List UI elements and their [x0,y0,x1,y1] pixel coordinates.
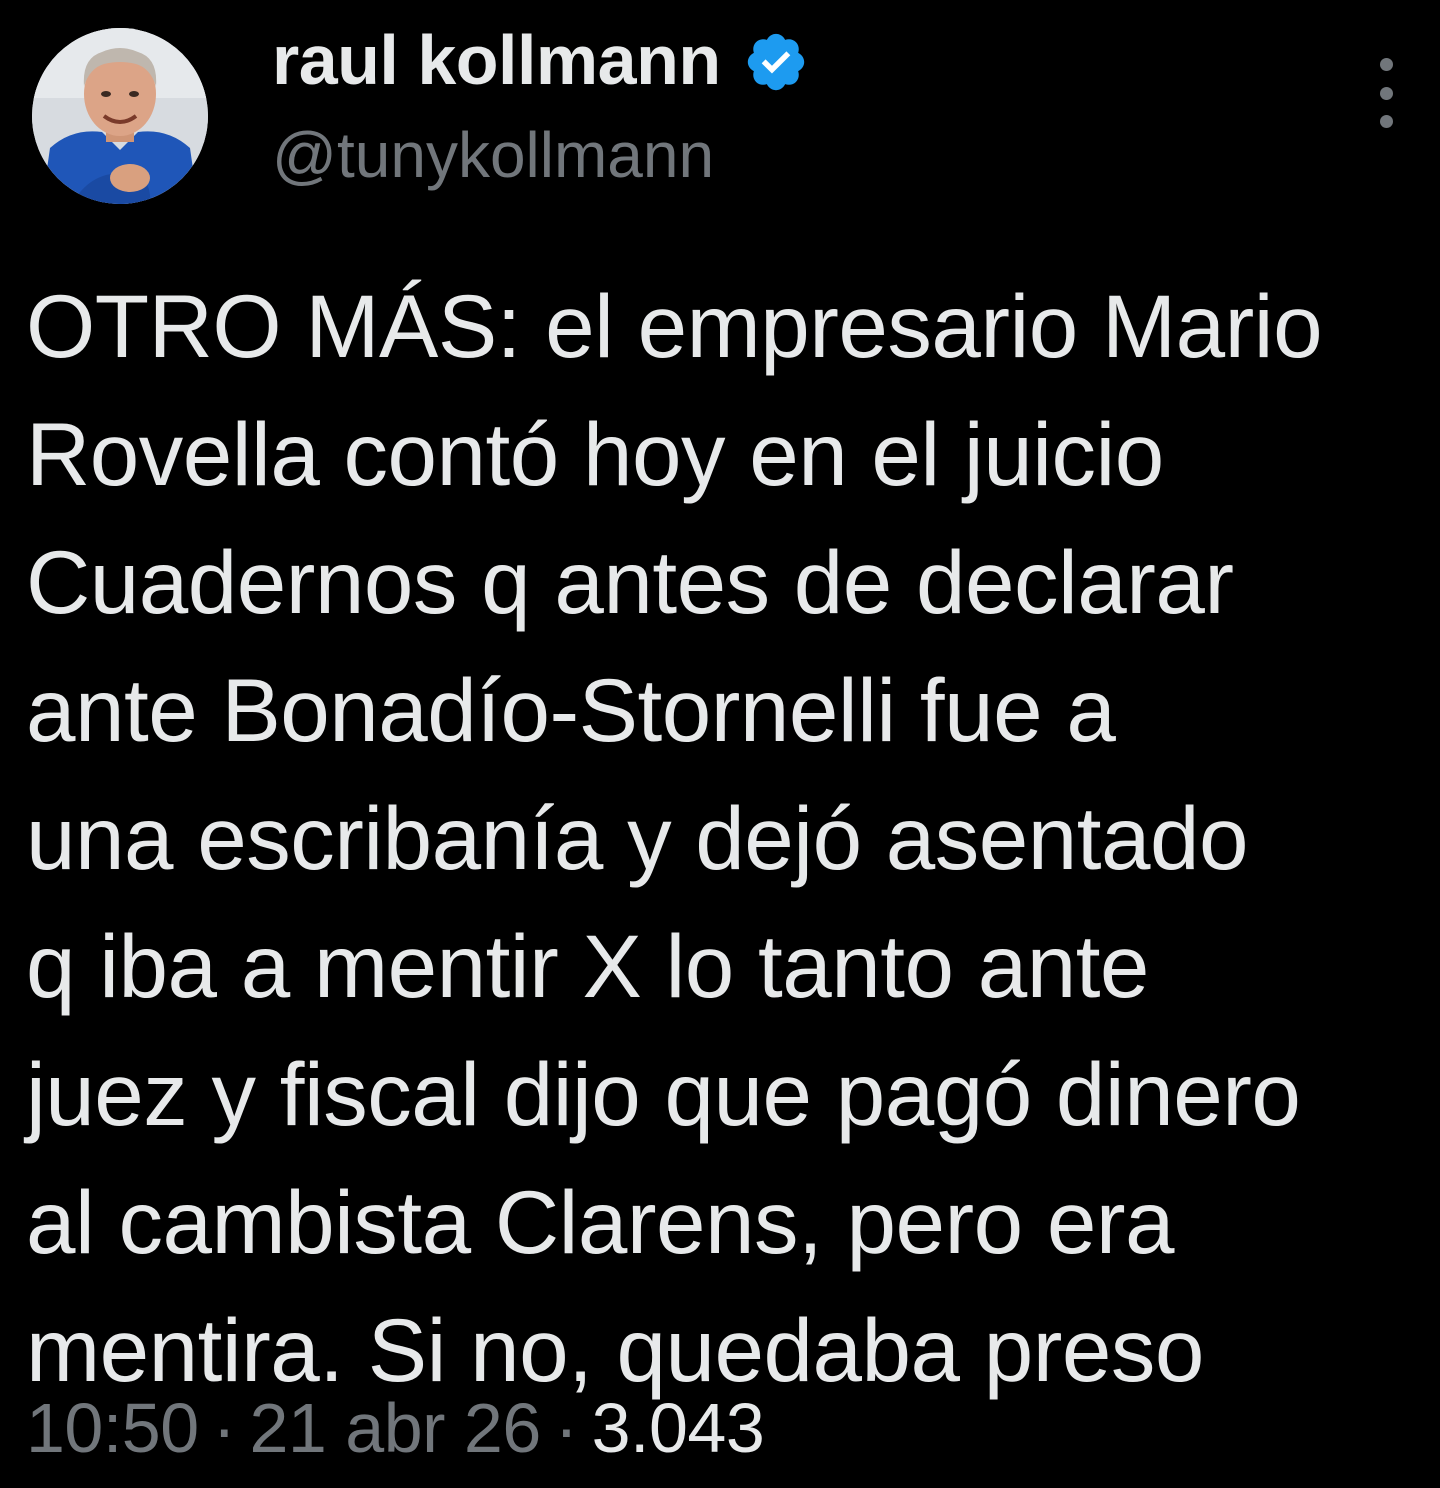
tweet-text-line: Rovella contó hoy en el juicio [26,404,1164,504]
meta-separator: · [212,1389,236,1467]
verified-badge-icon[interactable] [743,29,809,95]
tweet: raul kollmann @tunykollmann OTRO MÁS: el… [0,0,1440,1488]
tweet-text-line: q iba a mentir X lo tanto ante [26,916,1149,1016]
avatar[interactable] [32,28,208,204]
avatar-photo [32,28,208,204]
tweet-text-line: Cuadernos q antes de declarar [26,532,1234,632]
meta-separator: · [554,1389,578,1467]
user-handle[interactable]: @tunykollmann [272,118,714,192]
tweet-time[interactable]: 10:50 [26,1389,199,1467]
tweet-text-line: ante Bonadío-Stornelli fue a [26,660,1116,760]
tweet-text-line: OTRO MÁS: el empresario Mario [26,276,1323,376]
tweet-text-line: una escribanía y dejó asentado [26,788,1249,888]
tweet-meta: 10:50 · 21 abr 26 · 3.043 [26,1386,765,1470]
display-name[interactable]: raul kollmann [272,20,721,100]
view-count[interactable]: 3.043 [592,1389,765,1467]
tweet-text: OTRO MÁS: el empresario Mario Rovella co… [26,262,1426,1414]
tweet-date[interactable]: 21 abr 26 [249,1389,541,1467]
more-options-icon-dot [1379,115,1393,128]
more-options-icon-dot [1379,86,1393,100]
tweet-text-line: al cambista Clarens, pero era [26,1172,1174,1272]
display-name-row[interactable]: raul kollmann [272,20,809,100]
more-options-button[interactable] [1364,58,1408,128]
more-options-icon [1379,58,1393,71]
tweet-text-line: juez y fiscal dijo que pagó dinero [26,1044,1301,1144]
